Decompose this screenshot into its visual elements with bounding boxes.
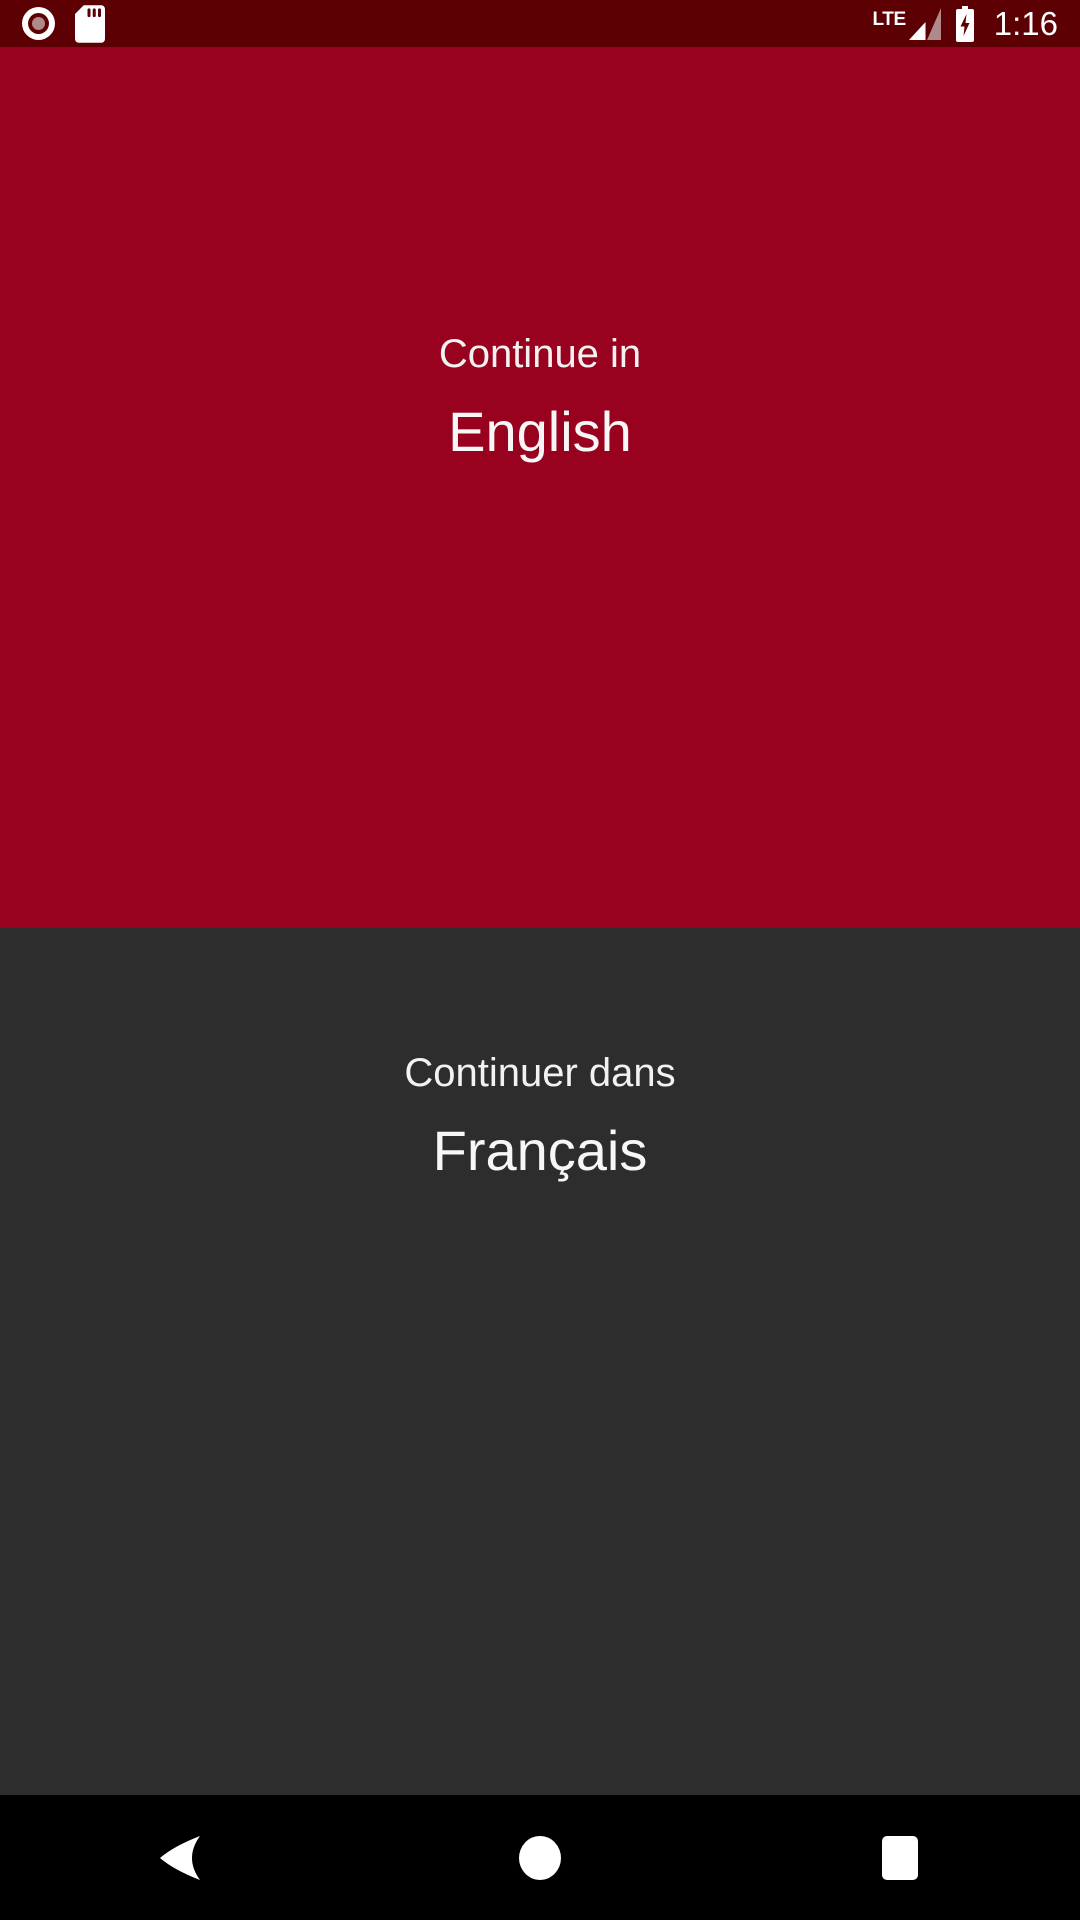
nav-back-button[interactable] bbox=[90, 1795, 270, 1920]
network-type-label: LTE bbox=[872, 8, 906, 30]
recents-square-icon bbox=[879, 1835, 921, 1881]
status-bar-left-icons bbox=[22, 4, 105, 43]
home-circle-icon bbox=[517, 1834, 563, 1882]
battery-charging-icon bbox=[953, 5, 977, 42]
signal-strength-icon: LTE bbox=[872, 5, 941, 43]
system-navigation-bar bbox=[0, 1795, 1080, 1920]
language-option-english[interactable]: Continue in English bbox=[0, 47, 1080, 928]
phone-screen: LTE 1:16 Continue in English Continuer d… bbox=[0, 0, 1080, 1920]
language-option-prefix: Continue in bbox=[438, 332, 642, 376]
status-bar-right-icons: LTE 1:16 bbox=[872, 5, 1058, 43]
language-option-name: English bbox=[448, 400, 632, 463]
nav-home-button[interactable] bbox=[450, 1795, 630, 1920]
language-option-french[interactable]: Continuer dans Français bbox=[0, 928, 1080, 1795]
language-option-name: Français bbox=[432, 1119, 648, 1182]
status-bar-clock: 1:16 bbox=[993, 5, 1058, 42]
nav-recents-button[interactable] bbox=[810, 1795, 990, 1920]
back-triangle-icon bbox=[158, 1834, 202, 1882]
record-indicator-icon bbox=[22, 7, 55, 40]
status-bar: LTE 1:16 bbox=[0, 0, 1080, 47]
sd-card-icon bbox=[75, 4, 105, 43]
language-option-prefix: Continuer dans bbox=[404, 1051, 676, 1095]
